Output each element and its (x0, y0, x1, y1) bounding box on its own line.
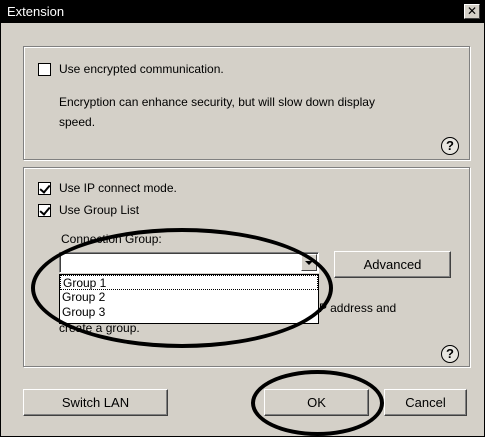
group-option[interactable]: Group 1 (60, 275, 318, 290)
encrypted-communication-row[interactable]: Use encrypted communication. (38, 62, 224, 76)
title-bar: Extension ✕ (1, 1, 484, 23)
group-option[interactable]: Group 2 (60, 290, 318, 305)
close-button[interactable]: ✕ (464, 4, 480, 19)
group-list-label: Use Group List (59, 203, 140, 217)
extension-dialog: Extension ✕ Use encrypted communication.… (0, 0, 485, 437)
switch-lan-button[interactable]: Switch LAN (23, 389, 168, 416)
encrypted-communication-label: Use encrypted communication. (59, 62, 224, 76)
encryption-description-line2: speed. (59, 115, 96, 129)
ip-connect-label: Use IP connect mode. (59, 181, 177, 195)
encryption-description-line1: Encryption can enhance security, but wil… (59, 95, 375, 109)
ip-connect-row[interactable]: Use IP connect mode. (38, 181, 177, 195)
help-icon: ? (446, 346, 454, 361)
ip-connect-checkbox[interactable] (38, 181, 51, 195)
connection-group-combobox[interactable] (59, 252, 319, 273)
hint-text-line2: create a group. (59, 321, 140, 335)
ok-button[interactable]: OK (264, 389, 369, 416)
chevron-down-icon[interactable] (301, 254, 317, 271)
group-option[interactable]: Group 3 (60, 305, 318, 320)
ip-help-button[interactable]: ? (441, 345, 459, 363)
group-list-checkbox[interactable] (38, 203, 51, 217)
connection-group-dropdown: Group 1 Group 2 Group 3 (59, 274, 319, 324)
window-title: Extension (7, 4, 65, 19)
hint-text-right: P address and (319, 301, 397, 315)
encrypted-communication-checkbox[interactable] (38, 62, 51, 76)
cancel-button[interactable]: Cancel (384, 389, 467, 416)
close-icon: ✕ (466, 4, 478, 18)
connection-group-label: Connection Group: (61, 232, 162, 246)
help-icon: ? (446, 138, 454, 153)
advanced-button[interactable]: Advanced (334, 251, 451, 278)
group-list-row[interactable]: Use Group List (38, 203, 139, 217)
encryption-help-button[interactable]: ? (441, 137, 459, 155)
